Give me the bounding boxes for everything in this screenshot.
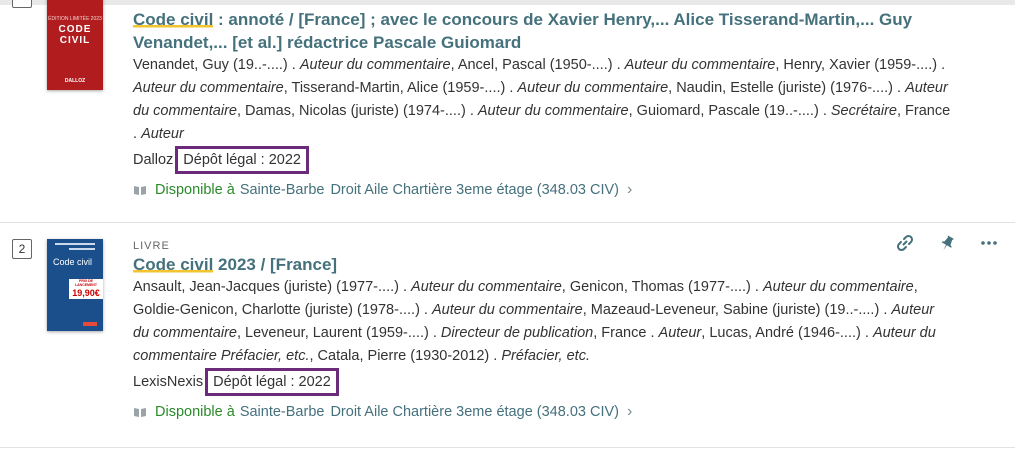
title-highlight: Code civil <box>133 255 214 274</box>
cover-publisher: DALLOZ <box>64 78 86 84</box>
author-name: Venandet, Guy (19..-....) . <box>133 57 300 73</box>
record-type: LIVRE <box>133 240 170 252</box>
author-role: Auteur du commentaire <box>624 57 776 73</box>
chevron-right-icon: › <box>627 403 633 420</box>
author-name: , Damas, Nicolas (juriste) (1974-....) . <box>236 103 478 119</box>
availability-row[interactable]: Disponible à Sainte-Barbe Droit Aile Cha… <box>133 402 953 422</box>
author-role: Auteur <box>658 325 702 341</box>
publisher: LexisNexis <box>133 373 204 390</box>
result-actions <box>895 233 999 253</box>
author-name: , Genicon, Thomas (1977-....) . <box>561 279 763 295</box>
depot-legal: Dépôt légal : 2022 <box>205 368 339 396</box>
availability-status: Disponible à <box>155 182 235 198</box>
result-item-1: ÉDITION LIMITÉE 2023 CODE CIVIL DALLOZ C… <box>0 0 1015 222</box>
availability-row[interactable]: Disponible à Sainte-Barbe Droit Aile Cha… <box>133 180 953 200</box>
depot-legal: Dépôt légal : 2022 <box>175 146 309 174</box>
result-number: 2 <box>12 239 32 259</box>
author-name: , Ancel, Pascal (1950-....) . <box>450 57 625 73</box>
title-highlight: Code civil <box>133 10 214 29</box>
author-name: , Catala, Pierre (1930-2012) . <box>309 348 502 364</box>
author-name: , Leveneur, Laurent (1959-....) . <box>236 325 441 341</box>
pin-icon[interactable] <box>937 233 957 253</box>
result-content: LIVRE Code civil 2023 / [France] Ansault… <box>133 239 953 422</box>
author-role: Directeur de publication <box>440 325 594 341</box>
authors-list: Venandet, Guy (19..-....) . Auteur du co… <box>133 54 953 146</box>
result-content: Code civil : annoté / [France] ; avec le… <box>133 8 953 200</box>
availability-library: Sainte-Barbe <box>239 404 325 420</box>
author-role: Préfacier, etc. <box>501 348 590 364</box>
link-icon[interactable] <box>895 233 915 253</box>
book-open-icon <box>134 408 146 417</box>
more-icon[interactable] <box>979 233 999 253</box>
result-number-box <box>12 0 32 8</box>
result-title-link[interactable]: Code civil 2023 / [France] <box>133 253 953 276</box>
title-rest: : annoté / [France] ; avec le concours d… <box>133 10 913 52</box>
publisher: Dalloz <box>133 151 174 168</box>
book-cover-1[interactable]: ÉDITION LIMITÉE 2023 CODE CIVIL DALLOZ <box>47 0 103 90</box>
book-open-icon <box>134 186 146 195</box>
availability-shelf: Droit Aile Chartière 3eme étage (348.03 … <box>330 404 619 420</box>
chevron-right-icon: › <box>627 181 633 198</box>
book-cover-2[interactable]: Code civil PRIX DE LANCEMENT 19,90€ <box>47 239 103 331</box>
availability-library: Sainte-Barbe <box>239 182 325 198</box>
author-role: Secrétaire <box>830 103 897 119</box>
publication-row: Dalloz Dépôt légal : 2022 <box>133 146 953 174</box>
cover-title: Code civil <box>53 257 93 267</box>
author-name: , Guiomard, Pascale (19..-....) . <box>628 103 831 119</box>
author-name: , France . <box>593 325 659 341</box>
result-item-2: 2 Code civil PRIX DE LANCEMENT 19,90€ LI… <box>0 223 1015 447</box>
author-name: , Naudin, Estelle (juriste) (1976-....) … <box>668 80 906 96</box>
author-role: Auteur <box>141 126 184 142</box>
availability-status: Disponible à <box>155 404 235 420</box>
authors-list: Ansault, Jean-Jacques (juriste) (1977-..… <box>133 276 953 368</box>
author-role: Auteur du commentaire <box>762 279 914 295</box>
author-name: , Henry, Xavier (1959-....) . <box>775 57 946 73</box>
author-role: Auteur du commentaire <box>299 57 451 73</box>
author-role: Auteur du commentaire <box>133 80 284 96</box>
author-name: , Lucas, André (1946-....) . <box>701 325 873 341</box>
publication-row: LexisNexis Dépôt légal : 2022 <box>133 368 953 396</box>
author-name: , Mazeaud-Leveneur, Sabine (juriste) (19… <box>582 302 892 318</box>
author-role: Auteur du commentaire <box>431 302 583 318</box>
cover-title: CODE CIVIL <box>58 24 92 46</box>
availability-shelf: Droit Aile Chartière 3eme étage (348.03 … <box>330 182 619 198</box>
cover-price: 19,90€ <box>72 288 100 298</box>
author-role: Auteur du commentaire <box>477 103 629 119</box>
author-role: Auteur du commentaire <box>411 279 562 295</box>
author-name: , Tisserand-Martin, Alice (1959-....) . <box>283 80 518 96</box>
title-rest: 2023 / [France] <box>213 255 338 274</box>
author-role: Auteur du commentaire <box>517 80 669 96</box>
result-title-link[interactable]: Code civil : annoté / [France] ; avec le… <box>133 8 953 54</box>
author-name: Ansault, Jean-Jacques (juriste) (1977-..… <box>133 279 412 295</box>
result-separator <box>0 447 1015 448</box>
